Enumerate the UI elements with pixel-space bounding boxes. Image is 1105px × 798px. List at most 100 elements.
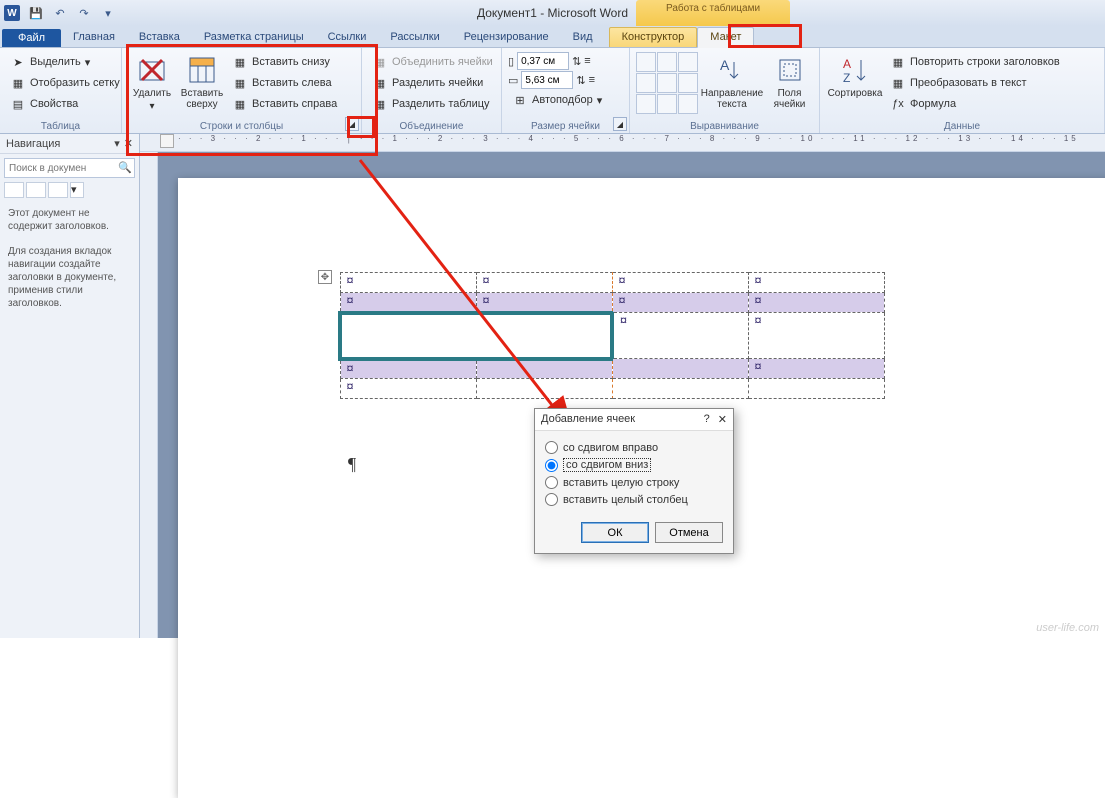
nav-empty-text-1: Этот документ не содержит заголовков. [0,201,139,239]
document-title: Документ1 - Microsoft Word [477,6,628,20]
undo-icon[interactable]: ↶ [50,3,70,23]
qat-customize-icon[interactable]: ▾ [98,3,118,23]
repeat-headers-button[interactable]: ▦Повторить строки заголовков [886,52,1064,72]
convert-icon: ▦ [890,75,906,91]
group-title-data: Данные [826,119,1098,133]
tab-insert[interactable]: Вставка [127,28,192,47]
insert-above-button[interactable]: Вставить сверху [178,52,226,119]
pointer-icon: ➤ [10,54,26,70]
alignment-grid[interactable] [636,52,698,119]
radio-entire-col[interactable]: вставить целый столбец [545,491,723,508]
tab-review[interactable]: Рецензирование [452,28,561,47]
grid-icon: ▦ [10,75,26,91]
split-table-icon: ▦ [372,96,388,112]
ok-button[interactable]: ОК [581,522,649,543]
app-icon: W [4,5,20,21]
insert-left-button[interactable]: ▦Вставить слева [228,73,341,93]
tab-mailings[interactable]: Рассылки [378,28,451,47]
dialog-help-button[interactable]: ? [704,413,710,426]
sort-button[interactable]: AZ Сортировка [826,52,884,119]
nav-search-input[interactable] [4,158,135,178]
navigation-pane: Навигация ▾ ✕ 🔍 ▾ Этот документ не содер… [0,134,140,638]
vertical-ruler[interactable] [140,152,158,638]
autofit-icon: ⊞ [512,92,528,108]
radio-entire-row[interactable]: вставить целую строку [545,474,723,491]
split-table-button[interactable]: ▦Разделить таблицу [368,94,497,114]
sort-icon: AZ [839,54,871,86]
table[interactable]: ✥ ¤¤¤¤ ¤¤¤¤ ¤¤ ¤¤ ¤ [338,272,885,399]
redo-icon[interactable]: ↷ [74,3,94,23]
cell-size-launcher[interactable]: ◢ [613,117,627,131]
rows-cols-launcher[interactable]: ◢ [345,117,359,131]
text-direction-icon: A [716,54,748,86]
save-icon[interactable]: 💾 [26,3,46,23]
dialog-title: Добавление ячеек [541,413,635,426]
repeat-icon: ▦ [890,54,906,70]
quick-access-toolbar: 💾 ↶ ↷ ▾ [26,3,118,23]
group-title-merge: Объединение [368,119,495,133]
tab-indicator[interactable] [160,134,174,148]
cell-margins-icon [774,54,806,86]
watermark: user-life.com [1036,622,1099,634]
insert-below-button[interactable]: ▦Вставить снизу [228,52,341,72]
tab-view[interactable]: Вид [561,28,605,47]
distribute-cols-icon[interactable]: ≡ [589,74,595,86]
insert-below-icon: ▦ [232,54,248,70]
paragraph-mark: ¶ [348,454,356,475]
horizontal-ruler[interactable]: · · · 3 · · · 2 · · · 1 · · · │ · · · 1 … [140,134,1105,152]
svg-text:A: A [720,57,730,73]
title-bar: W 💾 ↶ ↷ ▾ Документ1 - Microsoft Word Раб… [0,0,1105,26]
tab-page-layout[interactable]: Разметка страницы [192,28,316,47]
group-title-table: Таблица [6,119,115,133]
formula-button[interactable]: ƒxФормула [886,94,1064,114]
radio-shift-right[interactable]: со сдвигом вправо [545,439,723,456]
properties-icon: ▤ [10,96,26,112]
nav-close-icon[interactable]: ✕ [124,137,133,150]
row-height-input[interactable] [517,52,569,70]
view-gridlines-button[interactable]: ▦Отобразить сетку [6,73,124,93]
row-height-icon: ▯ [508,55,514,68]
insert-cells-dialog: Добавление ячеек ? ✕ со сдвигом вправо с… [534,408,734,554]
svg-text:Z: Z [843,71,850,85]
formula-icon: ƒx [890,96,906,112]
ribbon-tabs: Файл Главная Вставка Разметка страницы С… [0,26,1105,48]
group-title-alignment: Выравнивание [636,119,813,133]
nav-empty-text-2: Для создания вкладок навигации создайте … [0,239,139,316]
tab-file[interactable]: Файл [2,29,61,47]
table-tools-contextual-label: Работа с таблицами [636,0,790,26]
tab-table-layout[interactable]: Макет [697,27,754,48]
cancel-button[interactable]: Отмена [655,522,723,543]
cell-margins-button[interactable]: Поля ячейки [766,52,813,119]
nav-view-tabs[interactable]: ▾ [4,182,135,198]
delete-icon [136,54,168,86]
radio-shift-down[interactable]: со сдвигом вниз [545,456,723,474]
select-button[interactable]: ➤Выделить ▾ [6,52,124,72]
group-title-cell-size: Размер ячейки [508,119,623,133]
insert-above-icon [186,54,218,86]
nav-title: Навигация [6,138,60,150]
delete-button[interactable]: Удалить▾ [128,52,176,119]
autofit-button[interactable]: ⊞Автоподбор ▾ [508,90,606,110]
svg-text:A: A [843,57,851,71]
search-icon[interactable]: 🔍 [118,161,132,174]
col-width-input[interactable] [521,71,573,89]
merge-cells-button[interactable]: ▦Объединить ячейки [368,52,497,72]
insert-left-icon: ▦ [232,75,248,91]
table-move-handle[interactable]: ✥ [318,270,332,284]
insert-right-button[interactable]: ▦Вставить справа [228,94,341,114]
nav-dropdown-icon[interactable]: ▾ [114,137,120,150]
document-area[interactable]: ✥ ¤¤¤¤ ¤¤¤¤ ¤¤ ¤¤ ¤ ¶ [158,152,1105,638]
properties-button[interactable]: ▤Свойства [6,94,124,114]
col-width-icon: ▭ [508,74,518,87]
merge-icon: ▦ [372,54,388,70]
tab-home[interactable]: Главная [61,28,127,47]
convert-to-text-button[interactable]: ▦Преобразовать в текст [886,73,1064,93]
ribbon: ➤Выделить ▾ ▦Отобразить сетку ▤Свойства … [0,48,1105,134]
dialog-close-button[interactable]: ✕ [718,413,727,426]
insert-right-icon: ▦ [232,96,248,112]
tab-references[interactable]: Ссылки [316,28,379,47]
text-direction-button[interactable]: A Направление текста [700,52,764,119]
distribute-rows-icon[interactable]: ≡ [584,55,590,67]
split-cells-button[interactable]: ▦Разделить ячейки [368,73,497,93]
tab-table-design[interactable]: Конструктор [609,27,698,47]
